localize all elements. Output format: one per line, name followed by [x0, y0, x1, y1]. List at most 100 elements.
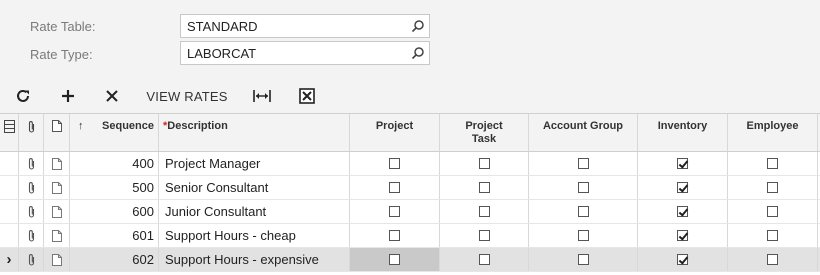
account-group-checkbox[interactable] — [577, 254, 589, 265]
inventory-cell[interactable] — [638, 248, 728, 271]
employee-checkbox[interactable] — [767, 230, 778, 241]
inventory-checkbox[interactable] — [677, 206, 688, 217]
employee-cell[interactable] — [728, 200, 818, 223]
account-group-cell[interactable] — [529, 200, 638, 223]
description-cell[interactable]: Senior Consultant — [159, 176, 350, 199]
employee-cell[interactable] — [728, 152, 818, 175]
inventory-checkbox[interactable] — [677, 254, 688, 265]
account-group-checkbox[interactable] — [577, 206, 589, 217]
row-selector[interactable]: › — [0, 248, 19, 271]
inventory-header[interactable]: Inventory — [638, 114, 728, 151]
row-attachment-cell[interactable] — [19, 176, 44, 199]
search-icon[interactable] — [411, 19, 425, 33]
employee-checkbox[interactable] — [767, 158, 778, 169]
project-cell[interactable] — [350, 176, 440, 199]
project-task-checkbox[interactable] — [478, 182, 490, 193]
delete-row-button[interactable] — [101, 84, 123, 108]
employee-cell[interactable] — [728, 176, 818, 199]
project-task-header[interactable]: Project Task — [440, 114, 529, 151]
export-excel-button[interactable] — [296, 84, 318, 108]
account-group-cell[interactable] — [529, 152, 638, 175]
project-task-checkbox[interactable] — [478, 158, 490, 169]
employee-cell[interactable] — [728, 224, 818, 247]
row-selector[interactable] — [0, 224, 19, 247]
row-attachment-cell[interactable] — [19, 224, 44, 247]
inventory-checkbox[interactable] — [677, 230, 688, 241]
project-checkbox[interactable] — [389, 230, 400, 241]
inventory-cell[interactable] — [638, 176, 728, 199]
employee-cell[interactable] — [728, 248, 818, 271]
row-note-cell[interactable] — [44, 152, 70, 175]
description-cell[interactable]: Project Manager — [159, 152, 350, 175]
row-selector[interactable] — [0, 152, 19, 175]
project-task-checkbox[interactable] — [478, 230, 490, 241]
project-cell[interactable] — [350, 248, 440, 271]
account-group-cell[interactable] — [529, 224, 638, 247]
refresh-button[interactable] — [12, 84, 34, 108]
inventory-cell[interactable] — [638, 224, 728, 247]
project-checkbox[interactable] — [389, 206, 400, 217]
project-task-checkbox[interactable] — [478, 206, 490, 217]
sequence-header[interactable]: ↑ Sequence — [70, 114, 159, 151]
account-group-cell[interactable] — [529, 176, 638, 199]
inventory-cell[interactable] — [638, 200, 728, 223]
row-attachment-cell[interactable] — [19, 152, 44, 175]
row-note-cell[interactable] — [44, 248, 70, 271]
description-cell[interactable]: Support Hours - expensive — [159, 248, 350, 271]
rate-table-input[interactable]: STANDARD — [180, 14, 430, 38]
sequence-cell[interactable]: 602 — [70, 248, 159, 271]
table-row[interactable]: 400 Project Manager — [0, 152, 820, 176]
table-row[interactable]: 600 Junior Consultant — [0, 200, 820, 224]
description-cell[interactable]: Junior Consultant — [159, 200, 350, 223]
sequence-cell[interactable]: 400 — [70, 152, 159, 175]
project-task-cell[interactable] — [440, 224, 529, 247]
employee-checkbox[interactable] — [767, 206, 778, 217]
employee-checkbox[interactable] — [767, 182, 778, 193]
project-checkbox[interactable] — [389, 254, 400, 265]
sequence-cell[interactable]: 500 — [70, 176, 159, 199]
project-task-cell[interactable] — [440, 152, 529, 175]
row-selector-header[interactable] — [0, 114, 19, 151]
row-attachment-cell[interactable] — [19, 248, 44, 271]
project-header[interactable]: Project — [350, 114, 440, 151]
inventory-cell[interactable] — [638, 152, 728, 175]
employee-checkbox[interactable] — [767, 254, 778, 265]
project-task-cell[interactable] — [440, 200, 529, 223]
project-task-cell[interactable] — [440, 248, 529, 271]
row-attachment-cell[interactable] — [19, 200, 44, 223]
row-selector[interactable] — [0, 200, 19, 223]
sequence-cell[interactable]: 600 — [70, 200, 159, 223]
row-selector[interactable] — [0, 176, 19, 199]
account-group-checkbox[interactable] — [577, 158, 589, 169]
table-row[interactable]: › 602 Support Hours - expensive — [0, 248, 820, 272]
table-row[interactable]: 601 Support Hours - cheap — [0, 224, 820, 248]
fit-columns-button[interactable] — [250, 84, 274, 108]
view-rates-button[interactable]: VIEW RATES — [144, 84, 230, 108]
sequence-cell[interactable]: 601 — [70, 224, 159, 247]
note-header[interactable] — [44, 114, 70, 151]
account-group-header[interactable]: Account Group — [529, 114, 638, 151]
description-cell[interactable]: Support Hours - cheap — [159, 224, 350, 247]
project-cell[interactable] — [350, 152, 440, 175]
account-group-checkbox[interactable] — [577, 182, 589, 193]
table-row[interactable]: 500 Senior Consultant — [0, 176, 820, 200]
employee-header[interactable]: Employee — [728, 114, 818, 151]
inventory-checkbox[interactable] — [677, 158, 688, 169]
project-task-checkbox[interactable] — [478, 254, 490, 265]
add-row-button[interactable] — [57, 84, 79, 108]
rate-type-input[interactable]: LABORCAT — [180, 41, 430, 65]
attachment-header[interactable] — [19, 114, 44, 151]
row-note-cell[interactable] — [44, 200, 70, 223]
project-checkbox[interactable] — [389, 182, 400, 193]
project-cell[interactable] — [350, 224, 440, 247]
description-header[interactable]: *Description — [159, 114, 350, 151]
project-cell[interactable] — [350, 200, 440, 223]
inventory-checkbox[interactable] — [677, 182, 688, 193]
row-note-cell[interactable] — [44, 176, 70, 199]
project-checkbox[interactable] — [389, 158, 400, 169]
row-note-cell[interactable] — [44, 224, 70, 247]
search-icon[interactable] — [411, 46, 425, 60]
account-group-checkbox[interactable] — [577, 230, 589, 241]
project-task-cell[interactable] — [440, 176, 529, 199]
account-group-cell[interactable] — [529, 248, 638, 271]
